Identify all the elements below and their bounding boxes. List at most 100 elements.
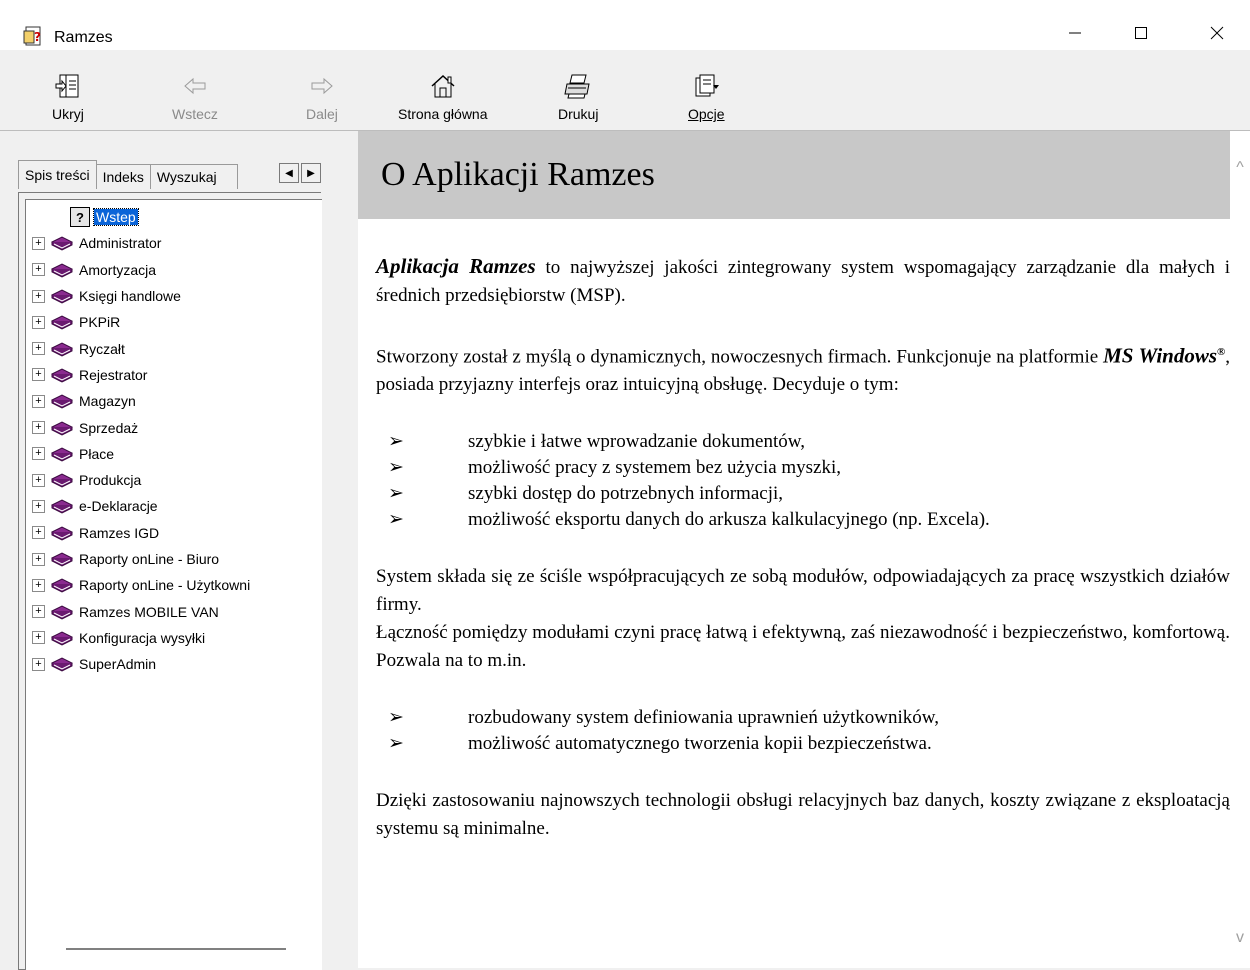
expand-icon[interactable]: + [32, 631, 45, 645]
book-icon [51, 447, 73, 462]
arrow-bullet-icon: ➢ [388, 707, 404, 729]
back-label: Wstecz [172, 106, 218, 122]
close-button[interactable] [1194, 16, 1240, 50]
tree-item-label: Administrator [79, 235, 162, 252]
home-button[interactable]: Strona główna [398, 72, 488, 122]
book-icon [51, 236, 73, 251]
list-item-text: możliwość eksportu danych do arkusza kal… [468, 509, 990, 531]
tab-search[interactable]: Wyszukaj [149, 164, 238, 189]
tree-item[interactable]: + PKPiR [26, 309, 250, 335]
expand-icon[interactable]: + [32, 394, 45, 408]
content-scrollbar[interactable]: ^ v [1230, 131, 1250, 968]
tree-item-label: Raporty onLine - Użytkowni [79, 577, 251, 594]
expand-icon[interactable]: + [32, 236, 45, 250]
tree-item-label: Raporty onLine - Biuro [79, 551, 220, 567]
expand-icon[interactable]: + [32, 342, 45, 356]
tree-item[interactable]: + Ramzes IGD [26, 520, 250, 546]
tree-item-label: Wstep [93, 208, 139, 227]
scroll-down-icon[interactable]: v [1233, 930, 1247, 946]
tree-item[interactable]: + Rejestrator [26, 362, 250, 388]
contents-tree-view: ? Wstep + Administrator + Amortyzacja + Księg… [25, 199, 322, 970]
feature-list: ➢ szybkie i łatwe wprowadzanie dokumentów… [376, 429, 1230, 533]
list-item-text: szybkie i łatwe wprowadzanie dokumentów, [468, 431, 805, 453]
expand-icon[interactable]: + [32, 368, 45, 382]
tab-index[interactable]: Indeks [95, 164, 151, 189]
book-icon [51, 605, 73, 620]
book-icon [51, 394, 73, 409]
print-button[interactable]: Drukuj [558, 72, 598, 122]
arrow-left-icon [184, 77, 206, 95]
arrow-bullet-icon: ➢ [388, 431, 404, 453]
book-icon [51, 473, 73, 488]
tab-scroll-arrows: ◀ ▶ [277, 163, 321, 183]
minimize-icon [1069, 32, 1081, 34]
maximize-button[interactable] [1118, 16, 1164, 50]
minimize-button[interactable] [1052, 16, 1098, 50]
page-heading-bar: O Aplikacji Ramzes [358, 131, 1230, 219]
list-item: ➢ szybkie i łatwe wprowadzanie dokumentów… [376, 429, 1230, 455]
tree-item[interactable]: + SuperAdmin [26, 651, 250, 677]
options-button[interactable]: Opcje [688, 72, 725, 122]
hide-label: Ukryj [52, 106, 84, 122]
list-item-text: szybki dostęp do potrzebnych informacji, [468, 483, 784, 505]
expand-icon[interactable]: + [32, 447, 45, 461]
home-icon [431, 74, 455, 98]
expand-icon[interactable]: + [32, 552, 45, 566]
back-button[interactable]: Wstecz [172, 72, 218, 122]
content-pane: O Aplikacji Ramzes Aplikacja Ramzes to n… [358, 131, 1250, 968]
tree-item[interactable]: + Płace [26, 441, 250, 467]
tab-contents[interactable]: Spis treści [18, 160, 97, 189]
page-title: O Aplikacji Ramzes [381, 156, 655, 193]
tree-item[interactable]: + Ryczałt [26, 335, 250, 361]
pane-splitter[interactable] [340, 131, 358, 968]
tree-item-label: Konfiguracja wysyłki [79, 629, 206, 646]
tree-item[interactable]: + Ramzes MOBILE VAN [26, 598, 250, 624]
tree-item-label: Ryczałt [79, 340, 125, 357]
tree-item[interactable]: + Raporty onLine - Biuro [26, 546, 250, 572]
hide-button[interactable]: Ukryj [52, 72, 84, 122]
app-name-emphasis: Aplikacja Ramzes [376, 254, 536, 278]
tree-item[interactable]: + Konfiguracja wysyłki [26, 625, 250, 651]
tab-scroll-right-icon[interactable]: ▶ [301, 163, 321, 183]
options-icon [695, 74, 720, 97]
arrow-bullet-icon: ➢ [388, 483, 404, 505]
list-item: ➢ szybki dostęp do potrzebnych informacji… [376, 481, 1230, 507]
expand-icon[interactable]: + [32, 315, 45, 329]
tree-item-label: Amortyzacja [79, 261, 157, 278]
expand-icon[interactable]: + [32, 657, 45, 671]
book-icon [51, 368, 73, 383]
expand-icon[interactable]: + [32, 289, 45, 303]
tree-item[interactable]: + Magazyn [26, 388, 250, 414]
expand-icon[interactable]: + [32, 473, 45, 487]
horizontal-scroll-indicator[interactable] [66, 948, 286, 950]
expand-icon[interactable]: + [32, 263, 45, 277]
expand-icon[interactable]: + [32, 421, 45, 435]
expand-icon[interactable]: + [32, 578, 45, 592]
book-icon [51, 315, 73, 330]
tab-scroll-left-icon[interactable]: ◀ [279, 163, 299, 183]
tree-item[interactable]: + Administrator [26, 230, 250, 256]
tree-item[interactable]: + Sprzedaż [26, 414, 250, 440]
tree-item-label: Produkcja [79, 472, 142, 489]
expand-icon[interactable]: + [32, 605, 45, 619]
tree-item[interactable]: + Amortyzacja [26, 257, 250, 283]
scroll-up-icon[interactable]: ^ [1233, 160, 1247, 176]
tree-item[interactable]: + Księgi handlowe [26, 283, 250, 309]
help-topic-icon: ? [70, 207, 90, 228]
tree-item-selected[interactable]: ? Wstep [26, 204, 250, 230]
tree-item[interactable]: + e-Deklaracje [26, 493, 250, 519]
tree-item-label: e-Deklaracje [79, 498, 158, 515]
tree-item-label: Rejestrator [79, 366, 148, 383]
expand-icon[interactable]: + [32, 526, 45, 540]
security-list: ➢ rozbudowany system definiowania uprawni… [376, 705, 1230, 757]
expand-icon[interactable]: + [32, 499, 45, 513]
book-icon [51, 657, 73, 672]
paragraph-connectivity: Łączność pomiędzy modułami czyni pracę ł… [376, 622, 1230, 672]
list-item-text: możliwość automatycznego tworzenia kopii… [468, 733, 932, 755]
book-icon [51, 499, 73, 514]
forward-button[interactable]: Dalej [306, 72, 338, 122]
tree-item[interactable]: + Produkcja [26, 467, 250, 493]
contents-panel: ? Wstep + Administrator + Amortyzacja + Księg… [18, 192, 322, 970]
tree-item[interactable]: + Raporty onLine - Użytkowni [26, 572, 250, 598]
article-body: Aplikacja Ramzes to najwyższej jakości z… [376, 252, 1230, 843]
